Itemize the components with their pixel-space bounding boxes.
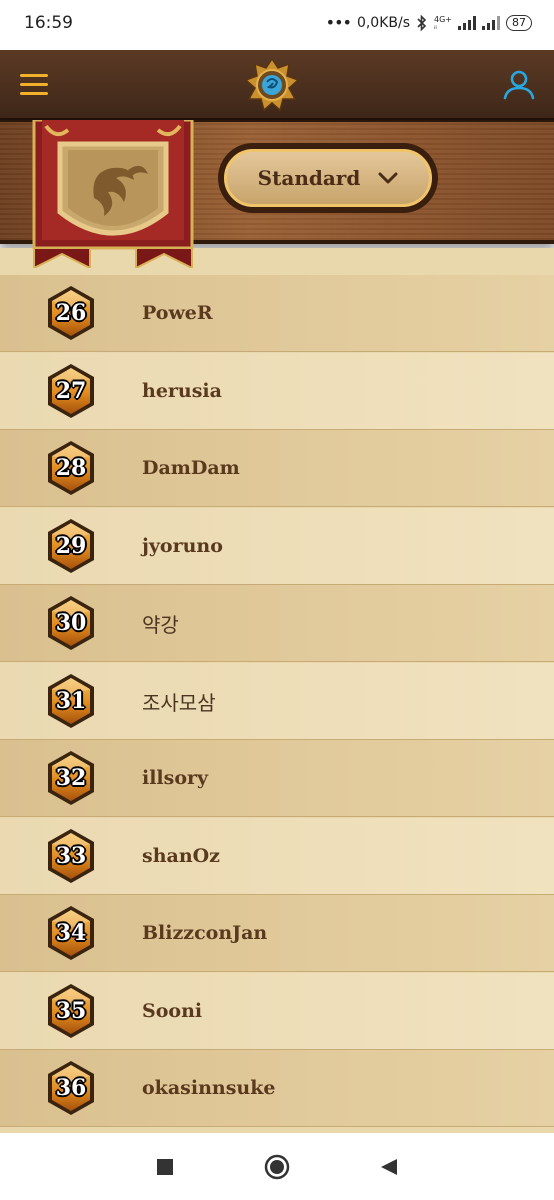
chevron-down-icon — [378, 172, 398, 184]
recent-apps-button[interactable] — [150, 1152, 180, 1182]
rank-number: 29 — [55, 533, 87, 559]
rank-number: 26 — [55, 300, 87, 326]
rank-number: 33 — [55, 843, 87, 869]
app-header — [0, 50, 554, 120]
player-name: 조사모삼 — [142, 690, 216, 715]
network-sub-label: ᵢₗ — [434, 21, 437, 31]
player-name: PoweR — [142, 302, 213, 324]
bluetooth-icon — [417, 14, 427, 31]
leaderboard-row[interactable]: 31 조사모삼 — [0, 663, 554, 740]
rank-number: 27 — [55, 378, 87, 404]
status-bar: 16:59 ••• 0,0KB/s 4G+ ᵢₗ 87 — [0, 0, 554, 50]
player-name: BlizzconJan — [142, 922, 268, 944]
mode-selector-button[interactable]: Standard — [224, 149, 432, 207]
leaderboard-row[interactable]: 36 okasinnsuke — [0, 1050, 554, 1127]
status-indicators: ••• 0,0KB/s 4G+ ᵢₗ 87 — [326, 13, 532, 32]
rank-number: 35 — [55, 998, 87, 1024]
leaderboard-row[interactable]: 35 Sooni — [0, 973, 554, 1050]
player-name: DamDam — [142, 457, 240, 479]
mode-label: Standard — [257, 166, 361, 190]
leaderboard-list[interactable]: 26 PoweR 27 herusia 28 DamDam 29 jyoruno 30 약강 31 조… — [0, 248, 554, 1133]
back-triangle-icon — [381, 1158, 397, 1175]
rank-number: 28 — [55, 455, 87, 481]
rank-banner-crest-icon — [32, 120, 194, 268]
network-type: 4G+ ᵢₗ — [434, 15, 452, 31]
user-account-icon[interactable] — [502, 68, 536, 102]
player-name: shanOz — [142, 845, 220, 867]
home-circle-icon — [264, 1154, 290, 1179]
rank-number: 36 — [55, 1075, 87, 1101]
home-button[interactable] — [262, 1152, 292, 1182]
player-name: 약강 — [142, 612, 179, 637]
battery-indicator: 87 — [506, 14, 532, 31]
square-icon — [157, 1158, 173, 1175]
net-speed: 0,0KB/s — [356, 14, 410, 31]
rank-number: 30 — [55, 610, 87, 636]
leaderboard-row[interactable]: 27 herusia — [0, 353, 554, 430]
more-dots-icon: ••• — [325, 13, 352, 32]
player-name: illsory — [142, 767, 209, 789]
leaderboard-row[interactable]: 32 illsory — [0, 740, 554, 817]
leaderboard-row[interactable]: 28 DamDam — [0, 430, 554, 507]
hearthstone-logo-icon — [245, 58, 299, 112]
player-name: okasinnsuke — [142, 1077, 276, 1099]
player-name: jyoruno — [142, 535, 223, 557]
status-time: 16:59 — [24, 13, 73, 33]
player-name: Sooni — [142, 1000, 203, 1022]
leaderboard-row[interactable]: 34 BlizzconJan — [0, 895, 554, 972]
back-button[interactable] — [374, 1152, 404, 1182]
rank-number: 31 — [55, 688, 87, 714]
rank-number: 32 — [55, 765, 87, 791]
system-nav-bar — [0, 1133, 554, 1200]
leaderboard-row[interactable]: 26 PoweR — [0, 275, 554, 352]
hamburger-menu-icon[interactable] — [20, 72, 48, 96]
player-name: herusia — [142, 380, 222, 402]
signal-strength-2-icon — [482, 15, 500, 30]
mode-selector[interactable]: Standard — [218, 143, 438, 213]
signal-strength-icon — [458, 15, 476, 30]
leaderboard-row[interactable]: 29 jyoruno — [0, 508, 554, 585]
leaderboard-row[interactable]: 33 shanOz — [0, 818, 554, 895]
rank-number: 34 — [55, 920, 87, 946]
leaderboard-row[interactable]: 30 약강 — [0, 585, 554, 662]
